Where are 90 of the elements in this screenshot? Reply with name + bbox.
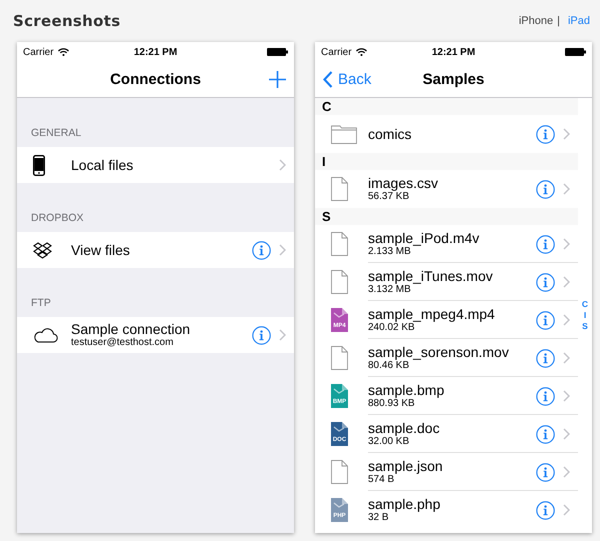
- wifi-icon: [356, 48, 367, 56]
- chevron-icon: [563, 352, 570, 364]
- battery-icon: [267, 48, 288, 56]
- file-size: 240.02 KB: [368, 322, 416, 334]
- row-label: Local files: [71, 157, 134, 173]
- chevron-icon: [279, 329, 286, 341]
- file-name: sample_sorenson.mov: [368, 344, 510, 360]
- chevron-icon: [563, 314, 570, 326]
- status-time: 12:21 PM: [432, 46, 476, 58]
- index-letter[interactable]: S: [582, 321, 588, 332]
- connection-row[interactable]: View files: [17, 232, 294, 268]
- file-name: sample.doc: [368, 420, 441, 436]
- file-name: sample.bmp: [368, 382, 446, 398]
- section-header: GENERAL: [30, 126, 82, 141]
- file-name: sample_iPod.m4v: [368, 230, 480, 246]
- file-row[interactable]: sample.json 574 B: [315, 453, 578, 491]
- file-size: 32 B: [368, 512, 390, 524]
- file-icon: [331, 460, 348, 484]
- section-header: DROPBOX: [30, 211, 85, 226]
- info-icon[interactable]: [536, 234, 555, 254]
- file-name: sample_mpeg4.mp4: [368, 306, 496, 322]
- file-size: 80.46 KB: [368, 360, 410, 372]
- connection-row[interactable]: Local files: [17, 147, 294, 183]
- chevron-icon: [563, 276, 570, 288]
- info-icon[interactable]: [252, 326, 271, 344]
- file-name: images.csv: [368, 175, 440, 191]
- chevron-icon: [563, 183, 570, 195]
- info-icon[interactable]: [536, 462, 555, 482]
- back-button[interactable]: Back: [323, 71, 372, 88]
- info-icon[interactable]: [252, 240, 271, 260]
- row-detail: testuser@testhost.com: [71, 337, 174, 349]
- section-letter: S: [315, 208, 578, 225]
- battery-icon: [565, 48, 586, 56]
- file-name: sample_iTunes.mov: [368, 268, 494, 284]
- cloud-icon: [33, 328, 58, 342]
- file-size: 2.133 MB: [368, 246, 412, 258]
- info-icon[interactable]: [536, 386, 555, 406]
- dropbox-icon: [33, 242, 52, 258]
- file-name: sample.json: [368, 458, 444, 474]
- row-label: View files: [71, 242, 131, 258]
- chevron-icon: [563, 428, 570, 440]
- info-icon[interactable]: [536, 500, 555, 520]
- nav-title: Connections: [110, 71, 201, 88]
- nav-title: Samples: [422, 71, 484, 88]
- file-icon: [331, 346, 348, 370]
- carrier-label: Carrier: [23, 46, 54, 58]
- wifi-icon: [58, 48, 69, 56]
- add-button[interactable]: [269, 71, 286, 88]
- chevron-icon: [563, 466, 570, 478]
- file-size: 574 B: [368, 474, 396, 486]
- chevron-icon: [279, 159, 286, 171]
- file-name: sample.php: [368, 496, 442, 512]
- connection-row[interactable]: Sample connection testuser@testhost.com: [17, 317, 294, 353]
- file-name: comics: [368, 126, 413, 142]
- separator: |: [557, 15, 560, 27]
- section-header: FTP: [30, 296, 52, 311]
- status-time: 12:21 PM: [134, 46, 178, 58]
- chevron-icon: [563, 128, 570, 140]
- file-icon: [331, 177, 348, 201]
- info-icon[interactable]: [536, 310, 555, 330]
- page-title: Screenshots: [13, 12, 120, 30]
- file-icon: [331, 270, 348, 294]
- info-icon[interactable]: [536, 124, 555, 144]
- phone-icon: [33, 154, 45, 176]
- index-letter[interactable]: I: [584, 310, 586, 321]
- file-size: 32.00 KB: [368, 436, 410, 448]
- carrier-label: Carrier: [321, 46, 352, 58]
- file-size: 56.37 KB: [368, 191, 410, 203]
- info-icon[interactable]: [536, 180, 555, 198]
- file-row[interactable]: sample_sorenson.mov 80.46 KB: [315, 339, 578, 377]
- info-icon[interactable]: [536, 272, 555, 292]
- info-icon[interactable]: [536, 424, 555, 444]
- row-label: Sample connection: [71, 321, 192, 337]
- device-tab[interactable]: iPad: [568, 15, 590, 27]
- file-size: 880.93 KB: [368, 398, 416, 410]
- folder-icon: [331, 124, 357, 144]
- chevron-icon: [563, 504, 570, 516]
- chevron-icon: [279, 244, 286, 256]
- section-letter: I: [315, 153, 578, 170]
- file-icon: [331, 232, 348, 256]
- chevron-icon: [563, 390, 570, 402]
- section-letter: C: [315, 98, 578, 115]
- device-tab[interactable]: iPhone: [518, 15, 554, 27]
- back-chevron-icon: [323, 71, 333, 88]
- file-row[interactable]: sample_iTunes.mov 3.132 MB: [315, 263, 578, 301]
- index-letter[interactable]: C: [582, 299, 588, 310]
- file-row[interactable]: sample_iPod.m4v 2.133 MB: [315, 225, 578, 263]
- file-size: 3.132 MB: [368, 284, 412, 296]
- chevron-icon: [563, 238, 570, 250]
- info-icon[interactable]: [536, 348, 555, 368]
